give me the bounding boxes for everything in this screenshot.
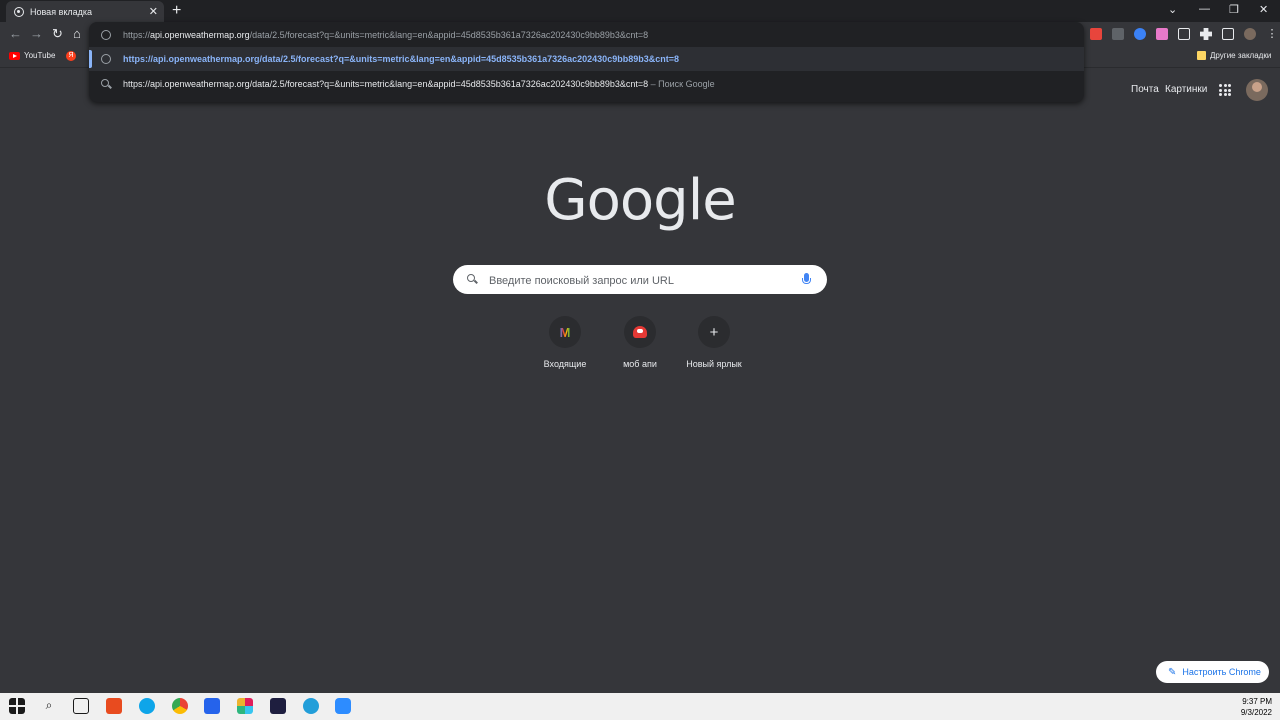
mushroom-icon bbox=[624, 316, 656, 348]
extension-icon[interactable] bbox=[1156, 28, 1168, 40]
customize-label: Настроить Chrome bbox=[1182, 667, 1261, 677]
back-icon[interactable]: ← bbox=[9, 26, 22, 41]
folder-icon bbox=[1197, 51, 1206, 60]
search-box[interactable] bbox=[453, 265, 827, 296]
pencil-icon: ✎ bbox=[1168, 666, 1177, 678]
omnibox-dropdown: https://api.openweathermap.org/data/2.5/… bbox=[89, 22, 1084, 102]
save-app-icon[interactable] bbox=[204, 698, 220, 714]
shortcut-label: моб апи bbox=[623, 359, 657, 369]
skype-icon[interactable] bbox=[139, 698, 155, 714]
home-icon[interactable]: ⌂ bbox=[73, 26, 81, 41]
customize-chrome-button[interactable]: ✎ Настроить Chrome bbox=[1156, 661, 1269, 683]
globe-icon bbox=[101, 30, 111, 40]
forward-icon[interactable]: → bbox=[30, 26, 43, 41]
extension-icon[interactable] bbox=[1134, 28, 1146, 40]
extension-icon[interactable] bbox=[1178, 28, 1190, 40]
puzzle-icon[interactable] bbox=[1200, 28, 1212, 40]
minimize-icon[interactable]: — bbox=[1199, 3, 1210, 15]
suggestion-url-text: https://api.openweathermap.org/data/2.5/… bbox=[123, 54, 679, 64]
suggestion-search-text: https://api.openweathermap.org/data/2.5/… bbox=[123, 79, 649, 89]
url-path: /data/2.5/forecast?q=&units=metric&lang=… bbox=[249, 30, 649, 40]
yandex-icon: Я bbox=[66, 51, 76, 61]
bookmark-youtube[interactable]: YouTube bbox=[9, 51, 55, 60]
suggestion-search[interactable]: https://api.openweathermap.org/data/2.5/… bbox=[89, 72, 1084, 96]
tab-title: Новая вкладка bbox=[30, 6, 93, 17]
new-tab-button[interactable]: + bbox=[172, 1, 181, 21]
shortcut-label: Новый ярлык bbox=[686, 359, 742, 369]
windows-start-icon[interactable] bbox=[9, 698, 25, 714]
tab-new-tab[interactable]: Новая вкладка ✕ bbox=[6, 1, 164, 22]
tab-strip: Новая вкладка ✕ + ⌄ — ❐ ✕ bbox=[0, 0, 1280, 22]
zoom-icon[interactable] bbox=[335, 698, 351, 714]
bookmark-yandex[interactable]: Я bbox=[66, 51, 76, 61]
task-view-icon[interactable] bbox=[73, 698, 89, 714]
selection-indicator bbox=[89, 50, 92, 68]
search-icon[interactable]: ⌕ bbox=[41, 698, 57, 714]
youtube-icon bbox=[9, 51, 20, 60]
microphone-icon[interactable] bbox=[802, 273, 811, 284]
extension-icon[interactable] bbox=[1112, 28, 1124, 40]
chrome-icon[interactable] bbox=[172, 698, 188, 714]
reload-icon[interactable]: ↻ bbox=[52, 26, 63, 42]
clock-date: 9/3/2022 bbox=[1240, 708, 1272, 717]
search-input[interactable] bbox=[487, 265, 791, 296]
address-input[interactable]: https://api.openweathermap.org/data/2.5/… bbox=[123, 30, 648, 40]
account-avatar[interactable] bbox=[1246, 79, 1268, 101]
profile-avatar[interactable] bbox=[1244, 28, 1256, 40]
system-clock[interactable]: 9:37 PM 9/3/2022 bbox=[1241, 696, 1272, 718]
shortcut-add[interactable]: + Новый ярлык bbox=[674, 316, 754, 369]
bookmark-label: Другие закладки bbox=[1210, 51, 1272, 60]
close-window-icon[interactable]: ✕ bbox=[1259, 3, 1268, 16]
url-host: api.openweathermap.org bbox=[150, 30, 250, 40]
windows-taskbar: ⌕ 9:37 PM 9/3/2022 bbox=[0, 693, 1280, 720]
gmail-icon: M bbox=[549, 316, 581, 348]
search-icon bbox=[467, 274, 475, 282]
chrome-icon bbox=[14, 6, 24, 17]
shortcut-mob-api[interactable]: моб апи bbox=[600, 316, 680, 369]
extensions-area: ⋮ bbox=[1090, 28, 1278, 40]
slack-icon[interactable] bbox=[237, 698, 253, 714]
gmail-link[interactable]: Почта bbox=[1131, 84, 1159, 95]
menu-icon[interactable]: ⋮ bbox=[1266, 28, 1278, 40]
bookmark-label: YouTube bbox=[24, 51, 56, 60]
clock-time: 9:37 PM bbox=[1242, 697, 1272, 706]
telegram-icon[interactable] bbox=[303, 698, 319, 714]
globe-icon bbox=[101, 54, 111, 64]
suggestion-url[interactable]: https://api.openweathermap.org/data/2.5/… bbox=[89, 47, 1084, 71]
shortcut-inbox[interactable]: M Входящие bbox=[525, 316, 605, 369]
google-logo: Google bbox=[544, 168, 736, 233]
restore-icon[interactable]: ❐ bbox=[1229, 3, 1239, 16]
shortcut-label: Входящие bbox=[543, 359, 587, 369]
intellij-icon[interactable] bbox=[270, 698, 286, 714]
address-bar[interactable]: https://api.openweathermap.org/data/2.5/… bbox=[89, 23, 1084, 47]
tab-close-icon[interactable]: ✕ bbox=[149, 5, 158, 18]
url-scheme: https:// bbox=[123, 30, 151, 40]
tab-search-icon[interactable]: ⌄ bbox=[1168, 3, 1177, 16]
bookmark-other[interactable]: Другие закладки bbox=[1197, 51, 1271, 60]
search-icon bbox=[101, 79, 109, 87]
office-icon[interactable] bbox=[106, 698, 122, 714]
apps-grid-icon[interactable] bbox=[1219, 84, 1231, 96]
side-panel-icon[interactable] bbox=[1222, 28, 1234, 40]
suggestion-hint: – Поиск Google bbox=[648, 79, 715, 89]
extension-icon[interactable] bbox=[1090, 28, 1102, 40]
plus-icon: + bbox=[698, 316, 730, 348]
images-link[interactable]: Картинки bbox=[1165, 84, 1207, 95]
